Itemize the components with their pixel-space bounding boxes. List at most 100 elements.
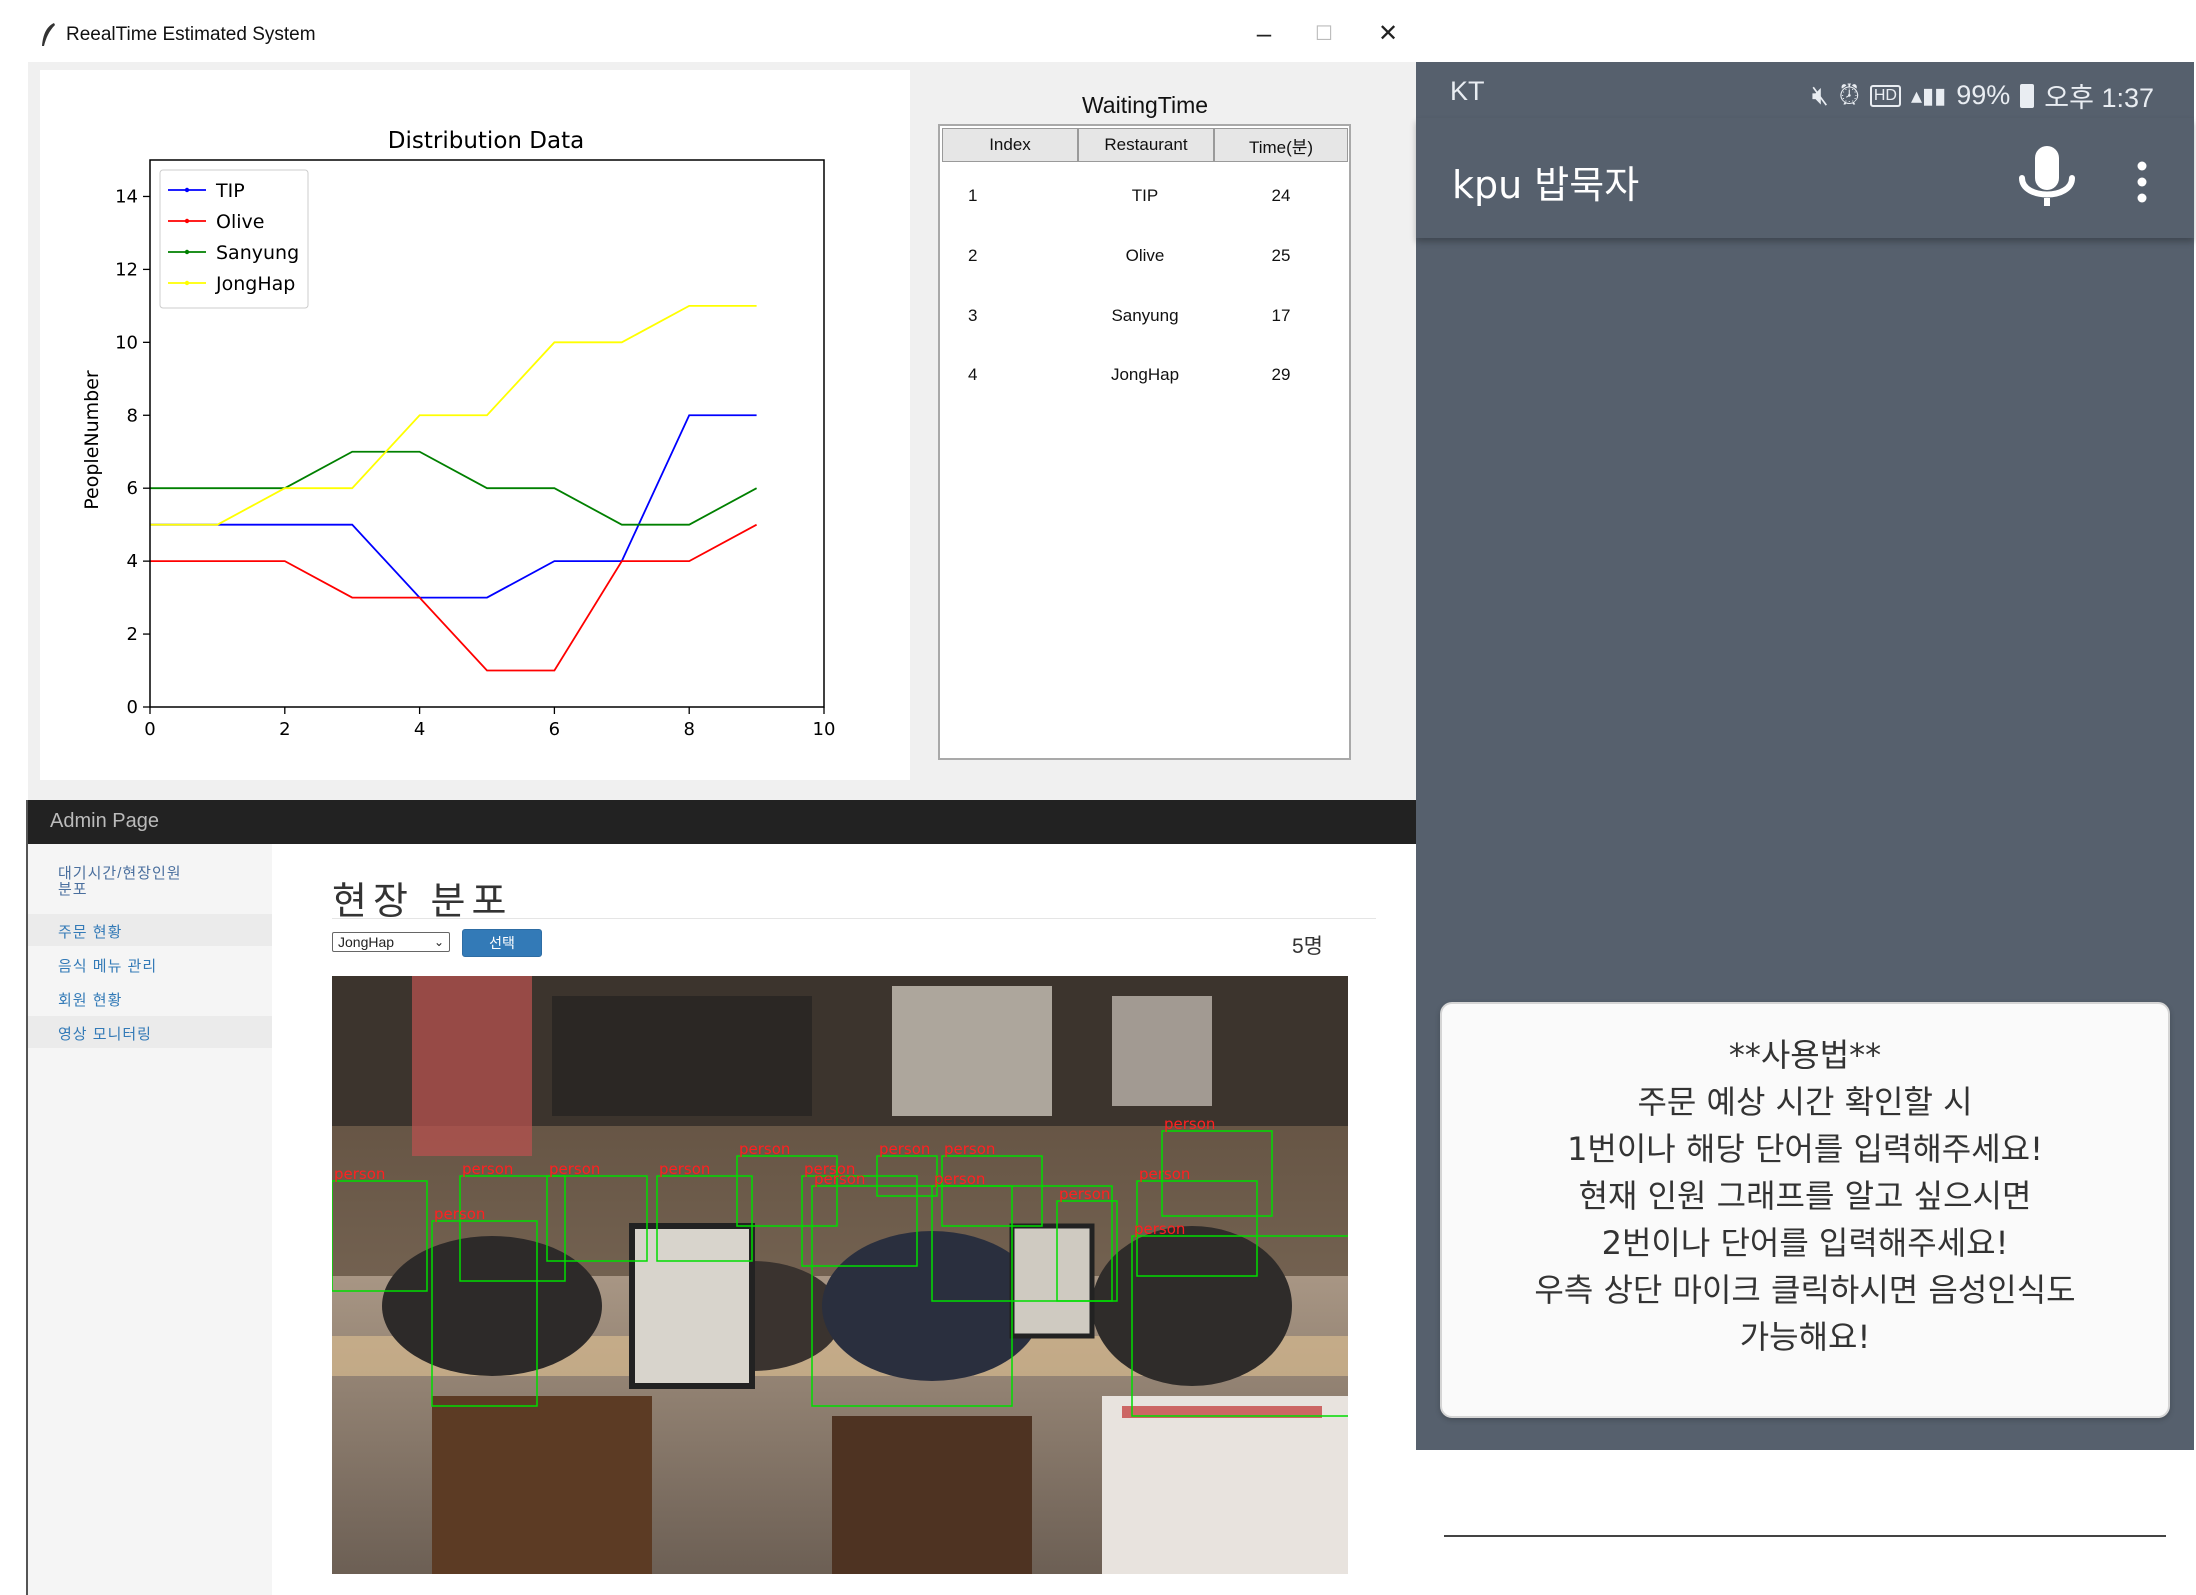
- cell-index: 2: [968, 246, 978, 265]
- hd-icon: HD: [1869, 84, 1901, 107]
- cell-time: 25: [1271, 246, 1291, 265]
- sidebar-item-video-monitoring[interactable]: 영상 모니터링: [28, 1016, 272, 1048]
- table-row[interactable]: 4 JongHap 29: [940, 355, 1349, 395]
- y-tick-label: 2: [127, 624, 138, 645]
- mute-icon: 🔇︎: [1811, 79, 1829, 110]
- sidebar-item-label: 주문 현황: [58, 924, 123, 941]
- message-line: 주문 예상 시간 확인할 시: [1637, 1083, 1973, 1121]
- clock: 오후 1:37: [2044, 83, 2154, 113]
- chat-header: kpu 밥묵자: [1416, 118, 2194, 238]
- detection-label: person: [1139, 1165, 1190, 1183]
- heading-divider: [332, 918, 1376, 919]
- detection-label: person: [334, 1165, 385, 1183]
- detection-label: person: [944, 1140, 995, 1158]
- chat-input-divider: [1444, 1535, 2166, 1537]
- y-tick-label: 10: [115, 332, 138, 353]
- column-header-time[interactable]: Time(분): [1214, 128, 1348, 162]
- cell-index: 3: [968, 306, 978, 325]
- detection-label: person: [1059, 1185, 1110, 1203]
- bot-message-bubble: **사용법** 주문 예상 시간 확인할 시 1번이나 해당 단어를 입력해주세…: [1440, 1002, 2170, 1418]
- maximize-button[interactable]: ☐: [1304, 16, 1344, 50]
- status-icons: 🔇︎ ⏰︎ HD ▴▮▮ 99% 오후 1:37: [1812, 76, 2154, 115]
- sidebar-item-distribution[interactable]: 대기시간/현장인원 분포: [28, 862, 272, 910]
- cell-time: 17: [1271, 306, 1291, 325]
- detection-label: person: [434, 1205, 485, 1223]
- restaurant-select-value: JongHap: [338, 934, 395, 950]
- microphone-icon[interactable]: [2012, 142, 2082, 220]
- realtime-window: ReealTime Estimated System – ☐ ✕ Distrib…: [0, 0, 1416, 800]
- admin-navbar: Admin Page: [28, 800, 1418, 844]
- sidebar-item-label: 분포: [58, 881, 88, 898]
- cell-index: 1: [968, 186, 978, 205]
- cctv-detection-frame: person person person person person person pers…: [332, 976, 1348, 1574]
- admin-sidebar: 대기시간/현장인원 분포 주문 현황 음식 메뉴 관리 회원 현황 영상 모니터…: [28, 844, 272, 1595]
- detection-label: person: [739, 1140, 790, 1158]
- restaurant-select[interactable]: JongHap ⌄: [332, 932, 450, 952]
- page-title: 현장 분포: [332, 881, 513, 923]
- x-tick-label: 6: [549, 719, 560, 740]
- sidebar-item-menu-management[interactable]: 음식 메뉴 관리: [28, 948, 272, 980]
- y-axis-label: PeopleNumber: [81, 370, 103, 510]
- legend-marker: [184, 249, 190, 255]
- x-tick-label: 8: [683, 719, 694, 740]
- close-icon: ✕: [1377, 19, 1399, 47]
- message-line: 2번이나 단어를 입력해주세요!: [1601, 1224, 2009, 1262]
- y-tick-label: 14: [115, 186, 138, 207]
- x-tick-label: 4: [414, 719, 425, 740]
- battery-icon: [2020, 83, 2035, 108]
- close-button[interactable]: ✕: [1368, 16, 1408, 50]
- distribution-chart-panel: Distribution Data PeopleNumber 0 2 4 6 8 10 0 2…: [40, 70, 910, 780]
- distribution-chart: Distribution Data PeopleNumber 0 2 4 6 8 10 0 2…: [81, 128, 836, 740]
- select-button[interactable]: 선택: [462, 929, 542, 957]
- table-row[interactable]: 1 TIP 24: [940, 176, 1349, 216]
- sidebar-item-orders[interactable]: 주문 현황: [28, 914, 272, 946]
- x-tick-label: 2: [279, 719, 290, 740]
- alarm-icon: ⏰︎: [1838, 79, 1860, 110]
- carrier-label: KT: [1450, 76, 1485, 106]
- people-count: 5명: [1292, 935, 1323, 958]
- chat-title: kpu 밥묵자: [1452, 163, 1640, 207]
- wifi-signal-icon: ▴▮▮: [1910, 82, 1947, 108]
- sidebar-item-members[interactable]: 회원 현황: [28, 982, 272, 1014]
- waiting-time-title: WaitingTime: [1081, 92, 1209, 118]
- detection-label: person: [934, 1170, 985, 1188]
- window-titlebar: ReealTime Estimated System – ☐ ✕: [0, 0, 1416, 62]
- table-row[interactable]: 2 Olive 25: [940, 236, 1349, 276]
- waiting-time-table[interactable]: Index Restaurant Time(분) 1 TIP 24 2 Oliv…: [938, 124, 1351, 760]
- legend-label-jonghap: JongHap: [215, 273, 295, 295]
- legend-label-tip: TIP: [215, 180, 245, 202]
- legend-marker: [184, 187, 190, 193]
- cell-restaurant: JongHap: [1110, 365, 1180, 384]
- cell-restaurant: TIP: [1131, 186, 1159, 205]
- screenshot-composite: { "window": { "title": "ReealTime Estima…: [0, 0, 2196, 1595]
- minimize-icon: –: [1256, 17, 1272, 48]
- column-header-index[interactable]: Index: [942, 128, 1078, 162]
- window-title: ReealTime Estimated System: [66, 24, 316, 45]
- message-line: **사용법**: [1728, 1036, 1882, 1074]
- table-row[interactable]: 3 Sanyung 17: [940, 296, 1349, 336]
- more-options-icon[interactable]: [2132, 158, 2152, 208]
- x-tick-label: 0: [144, 719, 155, 740]
- admin-page: Admin Page 대기시간/현장인원 분포 주문 현황 음식 메뉴 관리 회…: [26, 800, 1418, 1595]
- sidebar-item-label: 음식 메뉴 관리: [58, 958, 158, 975]
- detection-label: person: [659, 1160, 710, 1178]
- detection-label: person: [549, 1160, 600, 1178]
- chat-app: KT 🔇︎ ⏰︎ HD ▴▮▮ 99% 오후 1:37 kpu 밥묵자 **사용…: [1416, 62, 2194, 1450]
- maximize-icon: ☐: [1315, 22, 1333, 45]
- message-line: 우측 상단 마이크 클릭하시면 음성인식도: [1534, 1271, 2076, 1309]
- minimize-button[interactable]: –: [1244, 16, 1284, 50]
- detection-label: person: [879, 1140, 930, 1158]
- detection-label: person: [1164, 1115, 1215, 1133]
- y-tick-label: 4: [127, 551, 138, 572]
- phone-screen: KT 🔇︎ ⏰︎ HD ▴▮▮ 99% 오후 1:37 kpu 밥묵자 **사용…: [1416, 62, 2196, 1450]
- admin-brand[interactable]: Admin Page: [50, 810, 159, 833]
- cell-restaurant: Olive: [1125, 246, 1165, 265]
- series-line-sanyung: [150, 450, 758, 526]
- y-tick-label: 8: [127, 405, 138, 426]
- cell-restaurant: Sanyung: [1111, 306, 1179, 325]
- message-line: 1번이나 해당 단어를 입력해주세요!: [1567, 1130, 2043, 1168]
- sidebar-item-label: 영상 모니터링: [58, 1026, 152, 1043]
- x-tick-label: 10: [813, 719, 836, 740]
- column-header-restaurant[interactable]: Restaurant: [1078, 128, 1214, 162]
- y-tick-label: 0: [127, 697, 138, 718]
